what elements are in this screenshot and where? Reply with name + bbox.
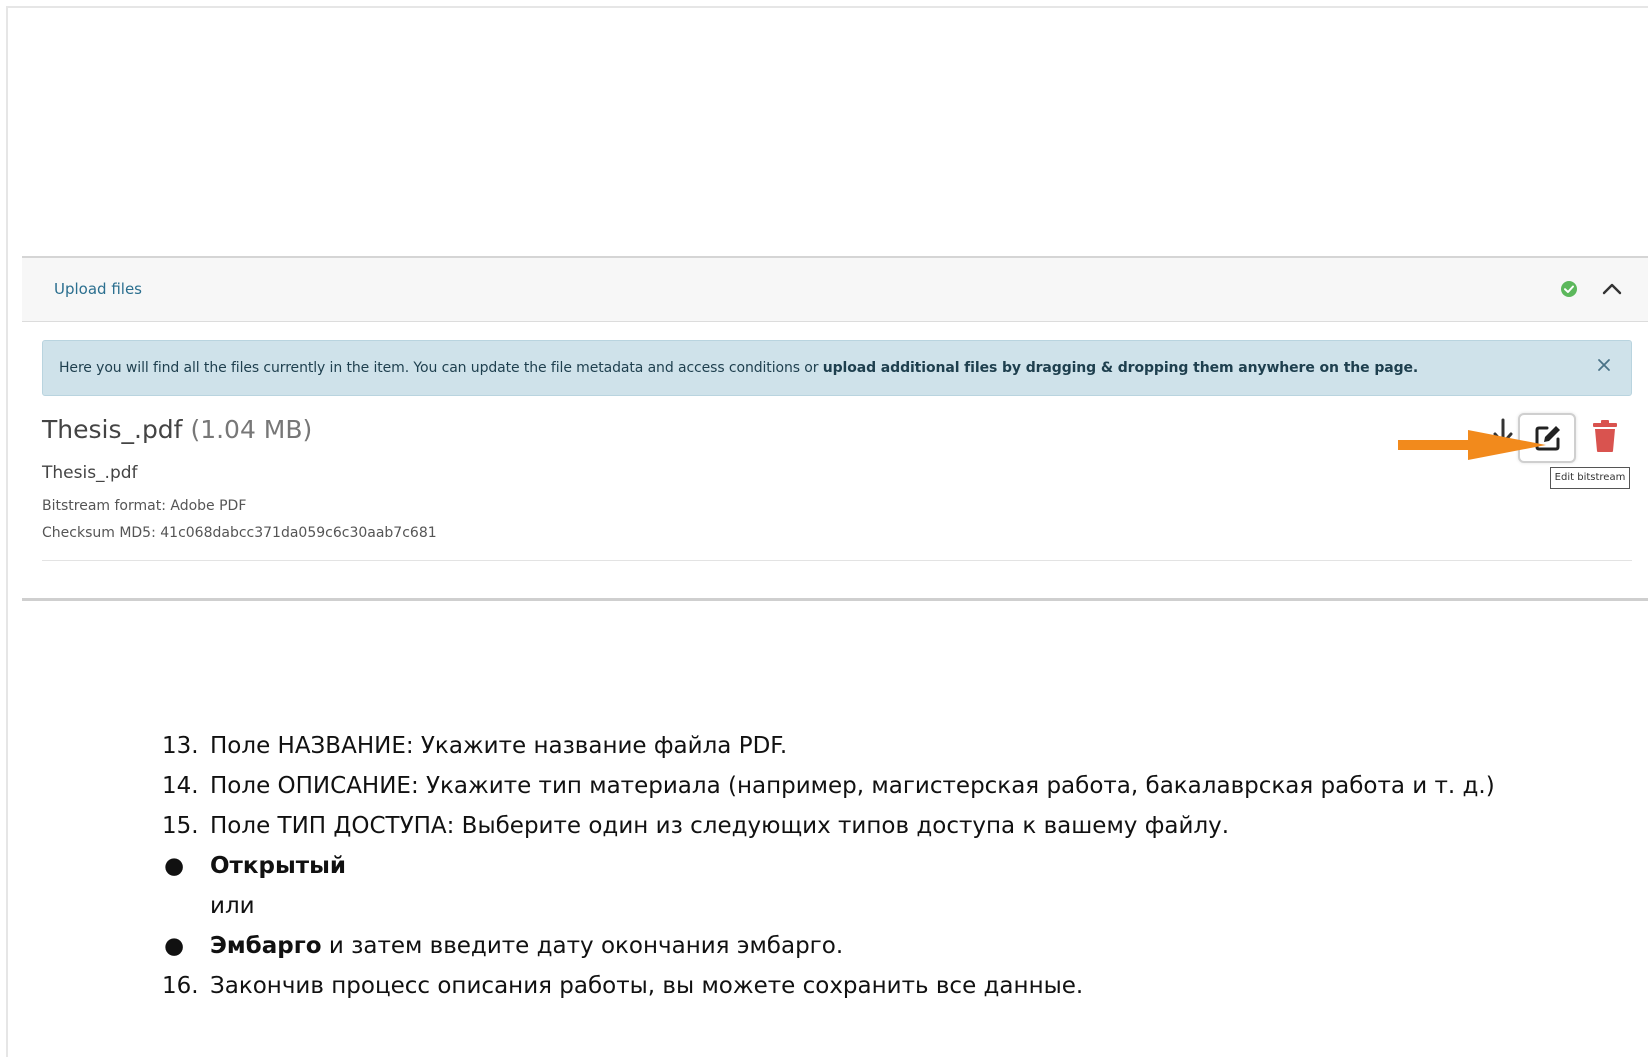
close-icon[interactable] — [1597, 358, 1611, 372]
alert-text: Here you will find all the files current… — [59, 360, 1418, 376]
option-open: Открытый — [210, 853, 347, 879]
step-13-number: 13. — [162, 733, 199, 759]
chevron-up-icon[interactable] — [1600, 277, 1624, 301]
or-text: или — [210, 893, 255, 919]
step-14-text: Поле ОПИСАНИЕ: Укажите тип материала (на… — [210, 773, 1495, 799]
file-title: Thesis_.pdf (1.04 MB) — [42, 415, 312, 444]
option-embargo: Эмбарго — [210, 933, 322, 959]
alert-text-bold: upload additional files by dragging & dr… — [822, 360, 1419, 376]
bullet-icon: ● — [164, 853, 185, 879]
step-16-text: Закончив процесс описания работы, вы мож… — [210, 973, 1084, 999]
step-13-text: Поле НАЗВАНИЕ: Укажите название файла PD… — [210, 733, 788, 759]
upload-files-panel: Upload files Here you will find all the … — [22, 256, 1648, 601]
alert-text-normal: Here you will find all the files current… — [59, 360, 823, 376]
info-alert: Here you will find all the files current… — [42, 340, 1632, 396]
file-size: (1.04 MB) — [190, 415, 313, 444]
step-15-text: Поле ТИП ДОСТУПА: Выберите один из следу… — [210, 813, 1230, 839]
file-name: Thesis_.pdf — [42, 463, 138, 483]
step-16-number: 16. — [162, 973, 199, 999]
orange-arrow-annotation — [1398, 430, 1546, 460]
step-15-number: 15. — [162, 813, 199, 839]
check-circle-icon — [1561, 281, 1577, 297]
file-format: Bitstream format: Adobe PDF — [42, 498, 247, 514]
panel-header[interactable]: Upload files — [22, 258, 1648, 322]
step-14-number: 14. — [162, 773, 199, 799]
edit-bitstream-tooltip: Edit bitstream — [1550, 467, 1630, 489]
file-divider — [42, 560, 1632, 561]
file-checksum: Checksum MD5: 41c068dabcc371da059c6c30aa… — [42, 525, 437, 541]
embargo-note: и затем введите дату окончания эмбарго. — [321, 933, 844, 959]
file-title-name: Thesis_.pdf — [42, 415, 183, 444]
panel-title[interactable]: Upload files — [54, 280, 142, 298]
embargo-line: Эмбарго и затем введите дату окончания э… — [210, 933, 843, 959]
bullet-icon: ● — [164, 933, 185, 959]
trash-icon[interactable] — [1590, 418, 1620, 454]
